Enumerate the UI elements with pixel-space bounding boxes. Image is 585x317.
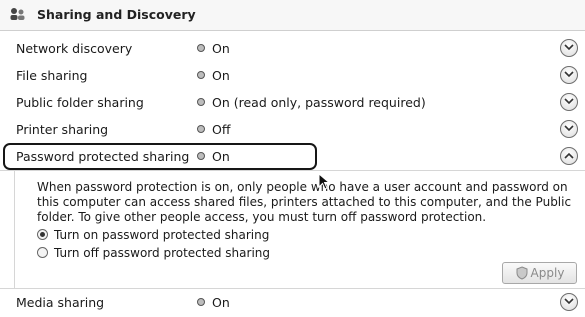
setting-status: On (read only, password required) — [197, 95, 426, 110]
setting-row-public-folder-sharing[interactable]: Public folder sharing On (read only, pas… — [0, 89, 585, 117]
setting-status: On — [197, 41, 230, 56]
status-indicator-icon — [197, 98, 205, 106]
expand-chevron-down-icon[interactable] — [560, 293, 578, 311]
radio-turn-on-password-sharing[interactable]: Turn on password protected sharing — [37, 228, 269, 242]
expand-chevron-down-icon[interactable] — [560, 66, 578, 84]
status-indicator-icon — [197, 125, 205, 133]
radio-label: Turn on password protected sharing — [54, 228, 270, 242]
setting-row-file-sharing[interactable]: File sharing On — [0, 62, 585, 90]
status-indicator-icon — [197, 152, 205, 160]
status-indicator-icon — [197, 44, 205, 52]
setting-status: On — [197, 68, 230, 83]
setting-label: Public folder sharing — [16, 95, 144, 110]
network-share-icon — [10, 8, 25, 20]
setting-status: On — [197, 149, 230, 164]
status-indicator-icon — [197, 71, 205, 79]
expand-chevron-down-icon[interactable] — [560, 39, 578, 57]
setting-status: On — [197, 295, 230, 310]
apply-button[interactable]: Apply — [502, 262, 577, 284]
setting-row-printer-sharing[interactable]: Printer sharing Off — [0, 116, 585, 144]
sharing-and-discovery-panel: Sharing and Discovery Network discovery … — [0, 0, 585, 317]
setting-label: Media sharing — [16, 295, 105, 310]
collapse-chevron-up-icon[interactable] — [560, 147, 578, 165]
password-sharing-detail: When password protection is on, only peo… — [14, 171, 585, 288]
apply-label: Apply — [530, 266, 565, 280]
section-title: Sharing and Discovery — [37, 7, 196, 22]
setting-status: Off — [197, 122, 230, 137]
shield-icon — [516, 266, 528, 280]
radio-turn-off-password-sharing[interactable]: Turn off password protected sharing — [37, 246, 270, 260]
setting-row-media-sharing[interactable]: Media sharing On — [0, 288, 585, 317]
mouse-pointer-icon — [318, 173, 331, 190]
radio-selected-icon[interactable] — [37, 229, 48, 240]
setting-row-network-discovery[interactable]: Network discovery On — [0, 35, 585, 63]
radio-label: Turn off password protected sharing — [54, 246, 270, 260]
expand-chevron-down-icon[interactable] — [560, 120, 578, 138]
setting-row-password-protected-sharing[interactable]: Password protected sharing On — [0, 143, 585, 171]
expand-chevron-down-icon[interactable] — [560, 93, 578, 111]
setting-label: Printer sharing — [16, 122, 109, 137]
status-indicator-icon — [197, 298, 205, 306]
setting-label: Password protected sharing — [16, 149, 190, 164]
radio-unselected-icon[interactable] — [37, 247, 48, 258]
password-sharing-description: When password protection is on, only peo… — [37, 180, 572, 224]
setting-label: File sharing — [16, 68, 88, 83]
setting-label: Network discovery — [16, 41, 133, 56]
section-header: Sharing and Discovery — [0, 0, 585, 31]
